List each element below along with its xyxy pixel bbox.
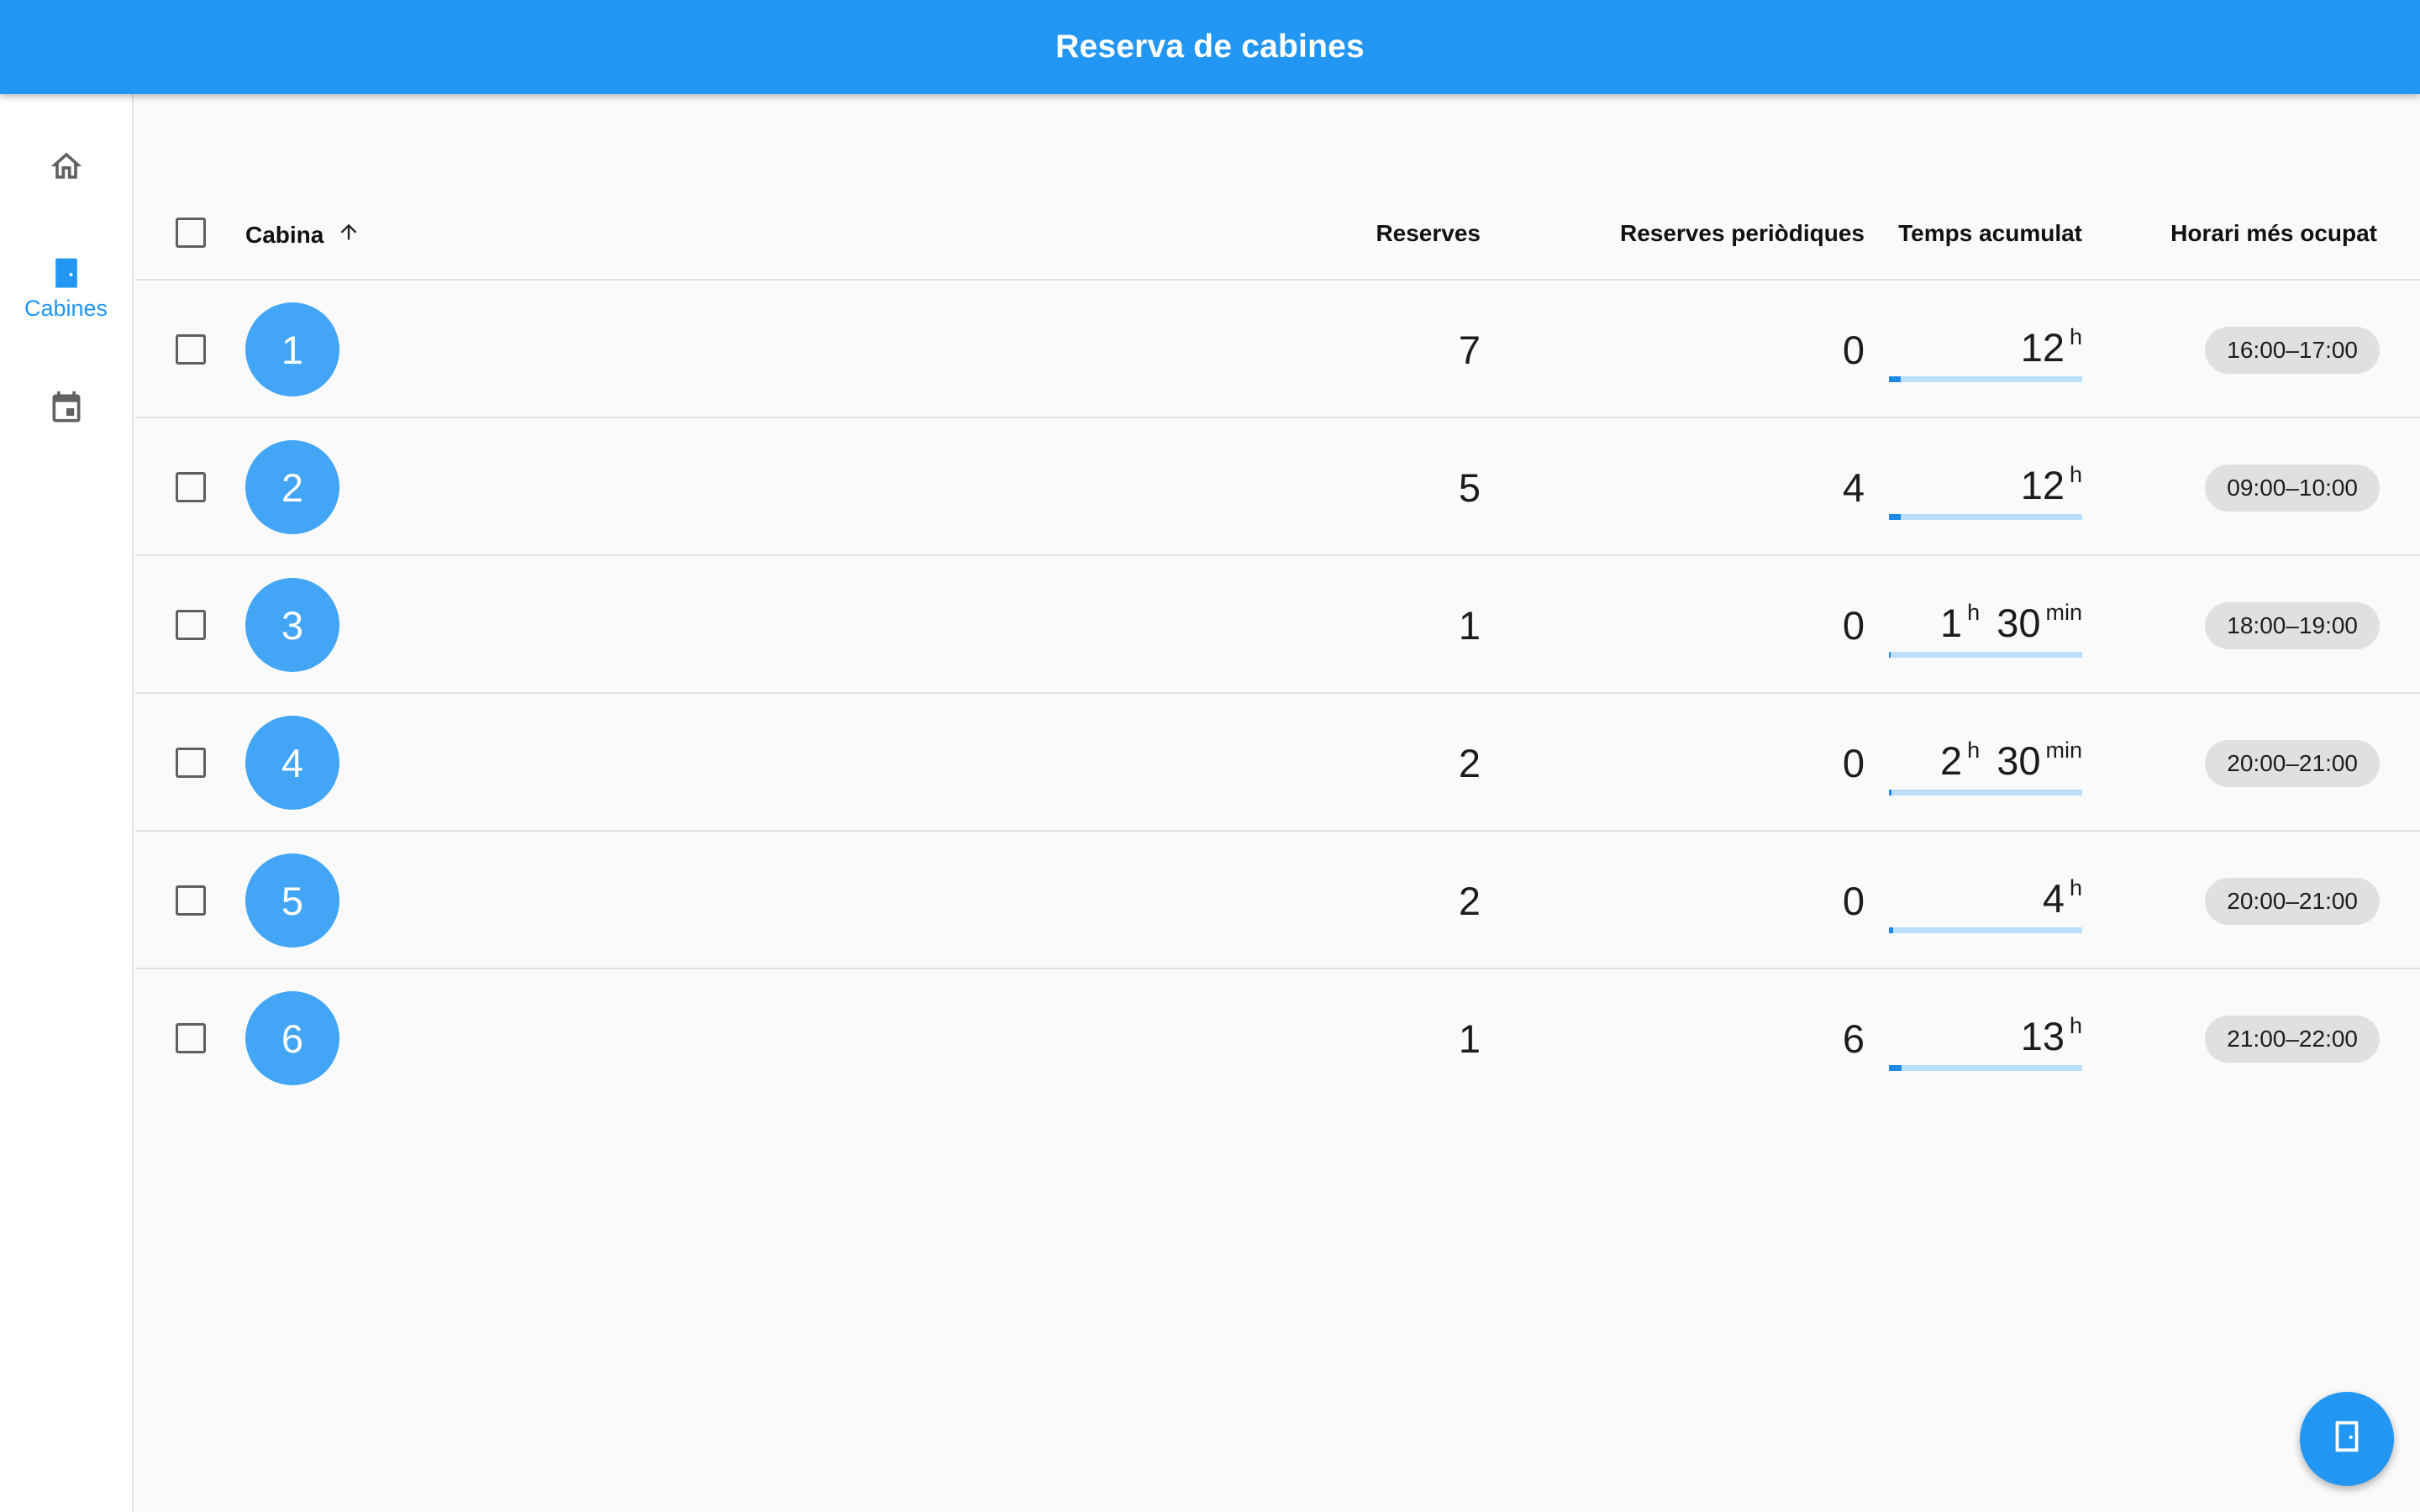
- calendar-icon: [46, 388, 87, 428]
- rail-item-cabines[interactable]: Cabines: [0, 254, 132, 322]
- temps-hours: 1: [1940, 601, 1963, 645]
- temps-minutes: 30: [1996, 601, 2041, 645]
- reserves-count: 1: [1458, 1016, 1481, 1061]
- table-row[interactable]: 1 7 0 12 h 16:00–17:00: [135, 281, 2420, 418]
- temps-minutes-unit: min: [2045, 738, 2082, 763]
- table-header: Cabina Reserves Reserves periòdiques Tem…: [135, 94, 2420, 281]
- door-icon: [2328, 1418, 2366, 1461]
- arrow-up-icon: [337, 220, 360, 249]
- accumulated-time-progress: [1889, 790, 2082, 795]
- busiest-slot-chip: 18:00–19:00: [2205, 602, 2380, 649]
- cabin-avatar: 5: [245, 853, 339, 948]
- progress-fill: [1889, 927, 1893, 933]
- temps-hours-unit: h: [1967, 738, 1981, 763]
- accumulated-time-progress: [1889, 514, 2082, 520]
- select-all-checkbox[interactable]: [176, 218, 206, 248]
- periodic-reserves-count: 0: [1842, 879, 1865, 923]
- cabin-avatar: 3: [245, 578, 339, 672]
- accumulated-time-text: 2 h 30 min: [1940, 727, 2082, 784]
- temps-hours-unit: h: [2069, 324, 2082, 349]
- app-title: Reserva de cabines: [1055, 29, 1365, 65]
- accumulated-time: 13 h: [1889, 1003, 2082, 1074]
- door-icon: [46, 254, 87, 294]
- accumulated-time: 2 h 30 min: [1889, 727, 2082, 798]
- temps-hours: 13: [2020, 1014, 2065, 1058]
- progress-fill: [1889, 514, 1901, 520]
- column-header-cabina[interactable]: Cabina: [245, 220, 360, 249]
- temps-hours-unit: h: [2069, 875, 2082, 900]
- reserves-count: 5: [1458, 465, 1481, 510]
- accumulated-time-text: 12 h: [2021, 452, 2082, 508]
- temps-hours-unit: h: [2069, 462, 2082, 487]
- periodic-reserves-count: 0: [1842, 328, 1865, 372]
- busiest-slot-chip: 21:00–22:00: [2205, 1016, 2380, 1063]
- periodic-reserves-count: 0: [1842, 603, 1865, 648]
- add-cabin-button[interactable]: [2300, 1392, 2394, 1486]
- accumulated-time-progress: [1889, 652, 2082, 658]
- navigation-rail: Cabines: [0, 94, 134, 1512]
- accumulated-time-progress: [1889, 927, 2082, 933]
- accumulated-time-text: 1 h 30 min: [1940, 590, 2082, 646]
- column-header-temps[interactable]: Temps acumulat: [1898, 220, 2082, 247]
- row-checkbox[interactable]: [176, 748, 206, 778]
- accumulated-time: 12 h: [1889, 452, 2082, 522]
- temps-hours: 2: [1940, 738, 1963, 783]
- column-header-periodiques[interactable]: Reserves periòdiques: [1620, 220, 1865, 247]
- rail-item-home[interactable]: [0, 146, 132, 186]
- accumulated-time-progress: [1889, 1065, 2082, 1071]
- column-header-reserves[interactable]: Reserves: [1376, 220, 1481, 247]
- temps-hours-unit: h: [1967, 600, 1981, 625]
- periodic-reserves-count: 4: [1842, 465, 1865, 510]
- temps-hours: 4: [2042, 876, 2065, 921]
- accumulated-time: 12 h: [1889, 314, 2082, 385]
- reserves-count: 7: [1458, 328, 1481, 372]
- busiest-slot-chip: 20:00–21:00: [2205, 740, 2380, 787]
- accumulated-time: 4h: [1889, 865, 2082, 936]
- reserves-count: 1: [1458, 603, 1481, 648]
- column-header-label: Cabina: [245, 221, 324, 248]
- rail-item-calendar[interactable]: [0, 388, 132, 428]
- table-row[interactable]: 5 2 0 4 h 20:00–21:00: [135, 832, 2420, 969]
- reserves-count: 2: [1458, 741, 1481, 785]
- table-row[interactable]: 2 5 4 12 h 09:00–10:00: [135, 418, 2420, 556]
- temps-hours-unit: h: [2069, 1013, 2082, 1038]
- table-row[interactable]: 6 1 6 13 h 21:00–22:00: [135, 969, 2420, 1107]
- progress-fill: [1889, 1065, 1902, 1071]
- accumulated-time-progress: [1889, 376, 2082, 382]
- app-bar: Reserva de cabines: [0, 0, 2420, 94]
- temps-hours: 12: [2020, 463, 2065, 507]
- row-checkbox[interactable]: [176, 885, 206, 916]
- busiest-slot-chip: 09:00–10:00: [2205, 465, 2380, 512]
- row-checkbox[interactable]: [176, 610, 206, 640]
- temps-hours: 12: [2020, 325, 2065, 370]
- table-row[interactable]: 3 1 0 1 h 30 min 18:00–19:00: [135, 556, 2420, 694]
- row-checkbox[interactable]: [176, 1023, 206, 1053]
- progress-fill: [1889, 790, 1892, 795]
- temps-minutes-unit: min: [2045, 600, 2082, 625]
- periodic-reserves-count: 6: [1842, 1016, 1865, 1061]
- column-header-horari[interactable]: Horari més ocupat: [2170, 220, 2377, 247]
- table-row[interactable]: 4 2 0 2 h 30 min 20:00–21:00: [135, 694, 2420, 832]
- accumulated-time: 1 h 30 min: [1889, 590, 2082, 660]
- rail-item-label: Cabines: [24, 296, 108, 321]
- periodic-reserves-count: 0: [1842, 741, 1865, 785]
- progress-fill: [1889, 376, 1901, 382]
- accumulated-time-text: 13 h: [2021, 1003, 2082, 1059]
- accumulated-time-text: 4h: [2043, 865, 2082, 921]
- row-checkbox[interactable]: [176, 472, 206, 502]
- cabin-avatar: 6: [245, 991, 339, 1085]
- progress-fill: [1889, 652, 1891, 658]
- accumulated-time-text: 12 h: [2021, 314, 2082, 370]
- cabins-table: Cabina Reserves Reserves periòdiques Tem…: [135, 94, 2420, 1512]
- busiest-slot-chip: 16:00–17:00: [2205, 327, 2380, 374]
- temps-minutes: 30: [1996, 738, 2041, 783]
- home-icon: [46, 146, 87, 186]
- cabin-avatar: 2: [245, 440, 339, 534]
- cabin-avatar: 4: [245, 716, 339, 810]
- row-checkbox[interactable]: [176, 334, 206, 365]
- busiest-slot-chip: 20:00–21:00: [2205, 878, 2380, 925]
- reserves-count: 2: [1458, 879, 1481, 923]
- cabin-avatar: 1: [245, 302, 339, 396]
